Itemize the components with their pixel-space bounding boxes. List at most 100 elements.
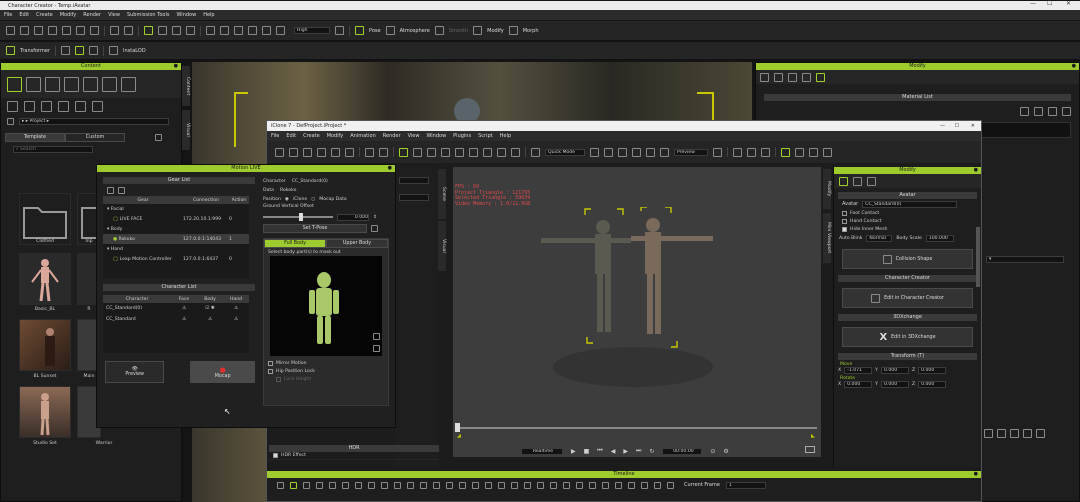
tool2-icon[interactable] bbox=[89, 46, 99, 55]
camera-icon[interactable] bbox=[632, 147, 641, 157]
transformer-icon[interactable] bbox=[6, 46, 15, 55]
tl-tool-icon[interactable] bbox=[472, 481, 479, 489]
tl-tool-icon[interactable] bbox=[602, 481, 609, 489]
collision-shape-button[interactable]: Collision Shape bbox=[842, 249, 973, 269]
redo-icon[interactable] bbox=[379, 147, 388, 157]
menu-file[interactable]: File bbox=[4, 12, 12, 18]
mask-trash-icon[interactable] bbox=[373, 345, 380, 352]
checkbox[interactable] bbox=[268, 368, 273, 374]
select-icon[interactable] bbox=[144, 26, 153, 35]
tl-tool-icon[interactable] bbox=[654, 481, 661, 489]
tab-custom[interactable]: Custom bbox=[65, 132, 125, 142]
instalod-icon[interactable] bbox=[109, 46, 119, 55]
home-icon[interactable] bbox=[206, 26, 215, 35]
rotate-x-input[interactable]: 0.000 bbox=[844, 381, 873, 388]
tl-tool-icon[interactable] bbox=[667, 481, 674, 489]
thumb-basic-bl[interactable] bbox=[19, 253, 71, 305]
tool-icon[interactable] bbox=[733, 147, 742, 157]
collapse-icon[interactable] bbox=[155, 133, 162, 141]
gear-row-selected[interactable]: ● Rokoko 127.0.0.1:14043 1 bbox=[103, 234, 249, 244]
body-device-icon[interactable]: ☑ ✱ bbox=[197, 303, 223, 314]
settings-icon[interactable]: ⚙ bbox=[723, 448, 728, 455]
user-icon[interactable] bbox=[7, 100, 18, 112]
rotate-y-input[interactable]: 0.000 bbox=[880, 381, 909, 388]
physics-icon[interactable] bbox=[802, 72, 811, 82]
menu-view[interactable]: View bbox=[408, 133, 420, 139]
checker-icon[interactable] bbox=[867, 176, 876, 186]
menu-animation[interactable]: Animation bbox=[350, 133, 376, 139]
side-tab-content[interactable]: Content bbox=[182, 66, 190, 106]
panel-close-icon[interactable]: ● bbox=[388, 165, 392, 172]
mask-cursor-icon[interactable] bbox=[373, 333, 380, 340]
tl-tool-icon[interactable] bbox=[498, 481, 505, 489]
menu-modify[interactable]: Modify bbox=[327, 133, 344, 139]
minimize-icon[interactable]: — bbox=[940, 123, 945, 129]
body-warning-icon[interactable]: ⚠ bbox=[197, 314, 223, 325]
tool3-icon[interactable] bbox=[761, 147, 770, 157]
prev-frame-icon[interactable]: ◀ bbox=[611, 448, 616, 455]
side-tab-visual[interactable]: Visual bbox=[438, 221, 446, 271]
body-icon[interactable] bbox=[24, 100, 35, 112]
tl-tool-icon[interactable] bbox=[420, 481, 427, 489]
dropdown-icon[interactable] bbox=[1034, 107, 1043, 116]
close-icon[interactable]: ✕ bbox=[1066, 0, 1071, 7]
blank-icon[interactable] bbox=[75, 100, 86, 112]
side-tab-scene[interactable]: Scene bbox=[438, 169, 446, 219]
loop-icon[interactable]: ↻ bbox=[649, 448, 654, 455]
stage-icon[interactable] bbox=[121, 76, 136, 92]
character-row[interactable]: CC_Standard(0) ⚠ ☑ ✱ ⚠ bbox=[103, 303, 249, 314]
import-icon[interactable] bbox=[317, 147, 326, 157]
eye-icon[interactable] bbox=[511, 147, 520, 157]
tl-tool-icon[interactable] bbox=[316, 481, 323, 489]
checkbox[interactable] bbox=[842, 226, 847, 232]
menu-modify[interactable]: Modify bbox=[60, 12, 77, 18]
first-frame-icon[interactable]: ⏮ bbox=[597, 447, 602, 455]
range-end-marker[interactable]: ◣ bbox=[811, 433, 815, 439]
search-input[interactable]: ⌕ Search bbox=[13, 146, 93, 153]
playback-mode-select[interactable]: Realtime bbox=[521, 447, 563, 455]
grid-icon[interactable] bbox=[1010, 429, 1019, 438]
material-select[interactable]: ▾ bbox=[986, 256, 1064, 263]
undo-icon[interactable] bbox=[110, 26, 119, 35]
tool-icon[interactable] bbox=[61, 46, 71, 55]
tl-tool-icon[interactable] bbox=[433, 481, 440, 489]
open-icon[interactable] bbox=[20, 26, 29, 35]
remove-gear-icon[interactable] bbox=[118, 186, 125, 194]
atmosphere-button[interactable]: Atmosphere bbox=[400, 28, 430, 34]
tab-template[interactable]: Template bbox=[5, 132, 65, 142]
hand-contact-row[interactable]: Hand Contact bbox=[838, 217, 977, 225]
hdr-effect-row[interactable]: HDR Effect bbox=[269, 452, 439, 460]
mirror-motion-row[interactable]: Mirror Motion bbox=[264, 359, 388, 367]
sliders-icon[interactable] bbox=[839, 176, 848, 186]
tl-tool-icon[interactable] bbox=[485, 481, 492, 489]
arrow-icon[interactable] bbox=[1062, 107, 1071, 116]
hand-warning-icon[interactable]: ⚠ bbox=[223, 303, 249, 314]
set-tpose-button[interactable]: Set T-Pose bbox=[263, 223, 367, 233]
hip-lock-row[interactable]: Hip Position Lock bbox=[264, 367, 388, 375]
tl-tool-icon[interactable] bbox=[537, 481, 544, 489]
character-row[interactable]: CC_Standard ⚠ ⚠ ⚠ bbox=[103, 314, 249, 325]
flag-icon[interactable] bbox=[781, 147, 790, 157]
tl-tool-icon[interactable] bbox=[342, 481, 349, 489]
panel-close-icon[interactable]: ● bbox=[174, 63, 178, 70]
body-scale-input[interactable]: 100.000 bbox=[925, 234, 954, 242]
rotate-icon[interactable] bbox=[427, 147, 436, 157]
playback-slider[interactable] bbox=[457, 427, 817, 429]
move-y-input[interactable]: 0.000 bbox=[880, 367, 909, 374]
run-icon[interactable] bbox=[788, 72, 797, 82]
face-warning-icon[interactable]: ⚠ bbox=[171, 303, 197, 314]
side-tab-mini-viewport[interactable]: Mini Viewport bbox=[823, 213, 831, 263]
hand-warning-icon[interactable]: ⚠ bbox=[223, 314, 249, 325]
ground-value[interactable]: 0.000 bbox=[337, 213, 369, 221]
menu-render[interactable]: Render bbox=[383, 133, 401, 139]
tl-tool-icon[interactable] bbox=[329, 481, 336, 489]
preview-button[interactable]: 👁 Preview bbox=[105, 361, 165, 383]
sun-icon[interactable] bbox=[335, 26, 344, 35]
lock-height-row[interactable]: Lock Height bbox=[264, 375, 388, 383]
menu-submission-tools[interactable]: Submission Tools bbox=[127, 12, 170, 18]
tl-key-icon[interactable] bbox=[290, 481, 297, 489]
body-mask-figure[interactable] bbox=[270, 256, 382, 356]
pose-icon[interactable] bbox=[355, 26, 364, 35]
tl-tool-icon[interactable] bbox=[550, 481, 557, 489]
gear-row[interactable]: ▾ Hand bbox=[103, 244, 249, 254]
